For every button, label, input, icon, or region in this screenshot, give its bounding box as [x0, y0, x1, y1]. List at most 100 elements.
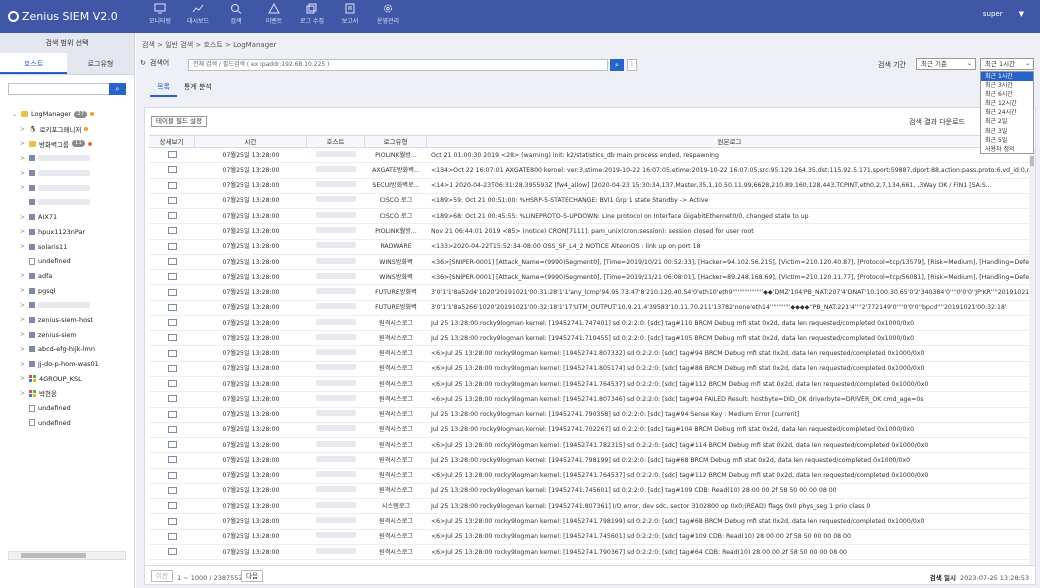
table-row[interactable]: 07월25일 13:28:00 시스템로그 Jul 25 13:28:00 rock… [149, 499, 1029, 515]
tree-node[interactable]: > hpux1123nPar [12, 225, 132, 240]
tree-node[interactable]: >4GROUP_KSL [12, 371, 132, 386]
tab-statistics[interactable]: 통계 분석 [177, 81, 219, 97]
table-row[interactable]: 07월25일 13:28:00 원격시스로그 Jul 25 13:28:00 roc… [149, 316, 1029, 332]
detail-view-icon[interactable] [167, 486, 177, 494]
detail-cell[interactable] [149, 193, 195, 208]
scrollbar-thumb[interactable] [21, 553, 86, 558]
detail-cell[interactable] [149, 377, 195, 392]
col-raw-log[interactable]: 원본로그 [427, 136, 1029, 147]
time-range-option[interactable]: 최근 2일 [981, 117, 1033, 126]
search-input[interactable]: 전체 검색 / 필드검색 ( ex ipaddr:192.68.10.225 ) [188, 59, 608, 71]
detail-view-icon[interactable] [167, 258, 177, 265]
time-range-option[interactable]: 최근 5일 [981, 136, 1033, 145]
tree-node[interactable]: undefined [12, 415, 132, 430]
chevron-right-icon[interactable]: > [20, 228, 26, 235]
next-page-button[interactable]: 다음 [241, 570, 263, 582]
table-row[interactable]: 07월25일 13:28:00 원격시스로그 <6>Jul 25 13:28:00 … [149, 392, 1029, 408]
detail-view-icon[interactable] [167, 502, 177, 510]
detail-cell[interactable] [149, 163, 195, 178]
detail-cell[interactable] [149, 468, 195, 483]
table-row[interactable]: 07월25일 13:28:00 원격시스로그 <6>Jul 25 13:28:00 … [149, 469, 1029, 484]
detail-cell[interactable] [149, 361, 195, 376]
tree-node[interactable]: > AIX71 [12, 210, 132, 225]
table-row[interactable]: 07월25일 13:28:00 CISCO 로그 <189>68: Oct 21 0… [149, 209, 1029, 225]
detail-view-icon[interactable] [167, 441, 177, 449]
detail-view-icon[interactable] [167, 410, 177, 418]
table-row[interactable]: 07월25일 13:28:00 원격시스로그 <6>Jul 25 13:28:00 … [149, 514, 1029, 530]
chevron-right-icon[interactable]: > [20, 243, 26, 250]
table-row[interactable]: 07월25일 13:28:00 CISCO 로그 <189>59: Oct 21 0… [149, 193, 1029, 210]
detail-view-icon[interactable] [167, 349, 177, 357]
chevron-right-icon[interactable]: > [20, 170, 26, 177]
table-row[interactable]: 07월25일 13:28:00 WINS방화벽 <36>[SNIPER-0001] … [149, 270, 1029, 286]
menu-item-1[interactable]: 대시보드 [179, 3, 217, 25]
table-row[interactable]: 07월25일 13:28:00 원격시스로그 Jul 25 13:28:00 roc… [149, 453, 1029, 469]
detail-view-icon[interactable] [167, 517, 177, 525]
detail-cell[interactable] [149, 224, 195, 239]
chevron-right-icon[interactable]: > [20, 346, 26, 353]
chevron-right-icon[interactable]: > [20, 214, 26, 221]
table-row[interactable]: 07월25일 13:28:00 PIOLINK월방... Nov 21 06:44:… [149, 224, 1029, 240]
table-row[interactable]: 07월25일 13:28:00 원격시스로그 <6>Jul 25 13:28:00 … [149, 346, 1029, 362]
chevron-right-icon[interactable]: > [20, 361, 26, 368]
chevron-right-icon[interactable]: > [20, 331, 26, 338]
tree-node[interactable]: > jj-do-p-hom-was01 [12, 357, 132, 372]
table-row[interactable]: 07월25일 13:28:00 원격시스로그 <6>Jul 25 13:28:00 … [149, 545, 1029, 561]
detail-cell[interactable] [149, 453, 195, 468]
detail-view-icon[interactable] [167, 227, 177, 235]
chevron-right-icon[interactable]: > [20, 126, 26, 133]
detail-cell[interactable] [149, 255, 195, 270]
col-host[interactable]: 호스트 [307, 136, 365, 147]
table-row[interactable]: 07월25일 13:28:00 SECUI방화벽로... <14>1 2020-04… [149, 179, 1029, 194]
table-row[interactable]: 07월25일 13:28:00 RADWARE <133>2020-04-22T15… [149, 240, 1029, 255]
chevron-right-icon[interactable]: > [20, 272, 26, 279]
detail-view-icon[interactable] [167, 471, 177, 479]
tree-node[interactable]: undefined [12, 401, 132, 416]
menu-item-3[interactable]: 이벤트 [255, 3, 293, 25]
chevron-right-icon[interactable]: > [20, 375, 26, 382]
table-vertical-scrollbar[interactable] [1029, 148, 1035, 578]
detail-cell[interactable] [149, 514, 195, 529]
detail-cell[interactable] [149, 300, 195, 315]
table-row[interactable]: 07월25일 13:28:00 원격시스로그 Jul 25 13:28:00 roc… [149, 483, 1029, 500]
detail-cell[interactable] [149, 148, 195, 163]
table-row[interactable]: 07월25일 13:28:00 원격시스로그 Jul 25 13:28:00 roc… [149, 423, 1029, 439]
tree-node[interactable]: > abcd-efg-hijk-lmn [12, 342, 132, 357]
detail-cell[interactable] [149, 178, 195, 193]
table-row[interactable]: 07월25일 13:28:00 PIOLINK월방... Oct 21 01:00:… [149, 148, 1029, 164]
table-row[interactable]: 07월25일 13:28:00 원격시스로그 Jul 25 13:28:00 roc… [149, 331, 1029, 347]
menu-item-0[interactable]: 모니터링 [141, 3, 179, 25]
download-results-button[interactable]: 검색 결과 다운로드 [909, 117, 965, 127]
tree-node[interactable]: > zenius-siem-host [12, 313, 132, 328]
time-range-option[interactable]: 사용자 정의 [981, 145, 1033, 154]
chevron-down-icon[interactable]: ▼ [1019, 10, 1024, 18]
detail-view-icon[interactable] [167, 288, 177, 296]
menu-item-4[interactable]: 로그 수집 [293, 3, 331, 25]
period-basis-select[interactable]: 최근 기준 ⌄ [916, 58, 976, 70]
detail-cell[interactable] [149, 407, 195, 422]
detail-cell[interactable] [149, 270, 195, 285]
table-row[interactable]: 07월25일 13:28:00 WINS방화벽 <36>[SNIPER-0001] … [149, 255, 1029, 271]
detail-view-icon[interactable] [167, 181, 177, 189]
chevron-right-icon[interactable]: > [20, 302, 26, 309]
detail-view-icon[interactable] [167, 395, 177, 403]
prev-page-button[interactable]: 이전 [151, 570, 173, 582]
detail-view-icon[interactable] [167, 303, 177, 311]
tree-node[interactable]: > pgsql [12, 283, 132, 298]
detail-view-icon[interactable] [167, 532, 177, 540]
tree-node[interactable]: > [12, 180, 132, 195]
menu-item-2[interactable]: 검색 [217, 3, 255, 25]
chevron-right-icon[interactable]: > [20, 287, 26, 294]
detail-view-icon[interactable] [167, 196, 177, 204]
time-range-option[interactable]: 최근 12시간 [981, 99, 1033, 108]
table-row[interactable]: 07월25일 13:28:00 원격시스로그 <6>Jul 25 13:28:00 … [149, 530, 1029, 545]
tree-node[interactable]: > 박현웅 [12, 386, 132, 401]
table-row[interactable]: 07월25일 13:28:00 원격시스로그 <6>Jul 25 13:28:00 … [149, 438, 1029, 454]
detail-cell[interactable] [149, 239, 195, 254]
detail-cell[interactable] [149, 483, 195, 498]
detail-view-icon[interactable] [167, 425, 177, 433]
time-range-option[interactable]: 최근 1시간 [981, 72, 1033, 82]
time-range-option[interactable]: 최근 3시간 [981, 81, 1033, 90]
detail-view-icon[interactable] [167, 380, 177, 388]
tree-search-button[interactable]: ⌕ [109, 83, 126, 95]
